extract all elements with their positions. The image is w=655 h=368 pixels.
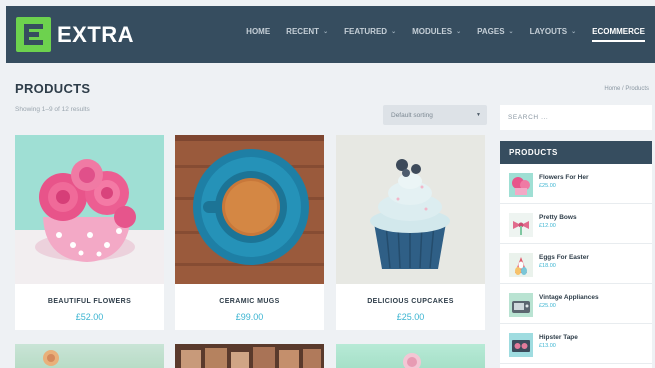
- product-name[interactable]: CERAMIC MUGS: [175, 298, 324, 305]
- sidebar-item-hipster-tape[interactable]: Hipster Tape £13.00: [500, 324, 652, 364]
- product-image-roses[interactable]: [15, 135, 164, 284]
- extra-logo-icon: [16, 17, 51, 52]
- product-card[interactable]: DELICIOUS CUPCAKES £25.00: [336, 135, 485, 330]
- product-card[interactable]: BEAUTIFUL FLOWERS £52.00: [15, 135, 164, 330]
- item-name[interactable]: Flowers For Her: [539, 174, 588, 181]
- product-name[interactable]: BEAUTIFUL FLOWERS: [15, 298, 164, 305]
- widget-title: PRODUCTS: [500, 141, 652, 164]
- product-image-mug[interactable]: [175, 135, 324, 284]
- product-thumbnail[interactable]: [509, 293, 533, 317]
- top-header: EXTRA HOME RECENT ⌄ FEATURED ⌄ MODULES ⌄ PA…: [6, 6, 655, 63]
- nav-home[interactable]: HOME: [246, 27, 270, 36]
- sorting-select[interactable]: Default sorting ▼: [383, 105, 487, 125]
- product-price: £99.00: [235, 312, 264, 322]
- product-image-cupcake[interactable]: [336, 135, 485, 284]
- item-price: £25.00: [539, 183, 556, 189]
- nav-layouts[interactable]: LAYOUTS ⌄: [530, 27, 577, 36]
- sorting-value: Default sorting: [391, 111, 433, 119]
- item-price: £18.00: [539, 263, 556, 269]
- chevron-down-icon: ⌄: [508, 29, 514, 35]
- sidebar-item-pretty-bows[interactable]: Pretty Bows £12.00: [500, 204, 652, 244]
- chevron-down-icon: ⌄: [323, 29, 329, 35]
- sidebar-item-eggs-for-easter[interactable]: Eggs For Easter £18.00: [500, 244, 652, 284]
- item-name[interactable]: Pretty Bows: [539, 214, 577, 221]
- result-count: Showing 1–9 of 12 results: [15, 106, 90, 113]
- product-price: £25.00: [396, 312, 425, 322]
- nav-featured[interactable]: FEATURED ⌄: [344, 27, 396, 36]
- main-nav: HOME RECENT ⌄ FEATURED ⌄ MODULES ⌄ PAGES ⌄ L…: [230, 27, 645, 42]
- product-card[interactable]: CERAMIC MUGS £99.00: [175, 135, 324, 330]
- search-input[interactable]: [500, 105, 652, 130]
- product-thumbnail[interactable]: [509, 213, 533, 237]
- sidebar-item-vintage-appliances[interactable]: Vintage Appliances £25.00: [500, 284, 652, 324]
- nav-recent[interactable]: RECENT ⌄: [286, 27, 328, 36]
- products-widget: PRODUCTS Flowers For Her £25.00 Pretty B…: [500, 141, 652, 368]
- item-price: £25.00: [539, 303, 556, 309]
- chevron-down-icon: ⌄: [391, 29, 397, 35]
- product-thumbnail[interactable]: [509, 253, 533, 277]
- nav-modules[interactable]: MODULES ⌄: [412, 27, 461, 36]
- sidebar-item-flowers-for-her[interactable]: Flowers For Her £25.00: [500, 164, 652, 204]
- nav-pages[interactable]: PAGES ⌄: [477, 27, 513, 36]
- page-title: PRODUCTS: [15, 81, 91, 96]
- nav-ecommerce[interactable]: ECOMMERCE: [592, 27, 645, 42]
- chevron-down-icon: ⌄: [571, 29, 577, 35]
- item-price: £12.00: [539, 223, 556, 229]
- item-name[interactable]: Vintage Appliances: [539, 294, 599, 301]
- item-price: £13.00: [539, 343, 556, 349]
- caret-down-icon: ▼: [476, 112, 481, 118]
- product-image-partial[interactable]: [175, 344, 324, 368]
- product-image-partial[interactable]: [15, 344, 164, 368]
- chevron-down-icon: ⌄: [456, 29, 462, 35]
- site-logo[interactable]: EXTRA: [16, 17, 134, 52]
- product-price: £52.00: [75, 312, 104, 322]
- product-thumbnail[interactable]: [509, 333, 533, 357]
- product-name[interactable]: DELICIOUS CUPCAKES: [336, 298, 485, 305]
- product-image-partial[interactable]: [336, 344, 485, 368]
- item-name[interactable]: Eggs For Easter: [539, 254, 589, 261]
- product-thumbnail[interactable]: [509, 173, 533, 197]
- breadcrumb[interactable]: Home / Products: [604, 86, 649, 92]
- logo-text: EXTRA: [57, 21, 135, 47]
- item-name[interactable]: Hipster Tape: [539, 334, 578, 341]
